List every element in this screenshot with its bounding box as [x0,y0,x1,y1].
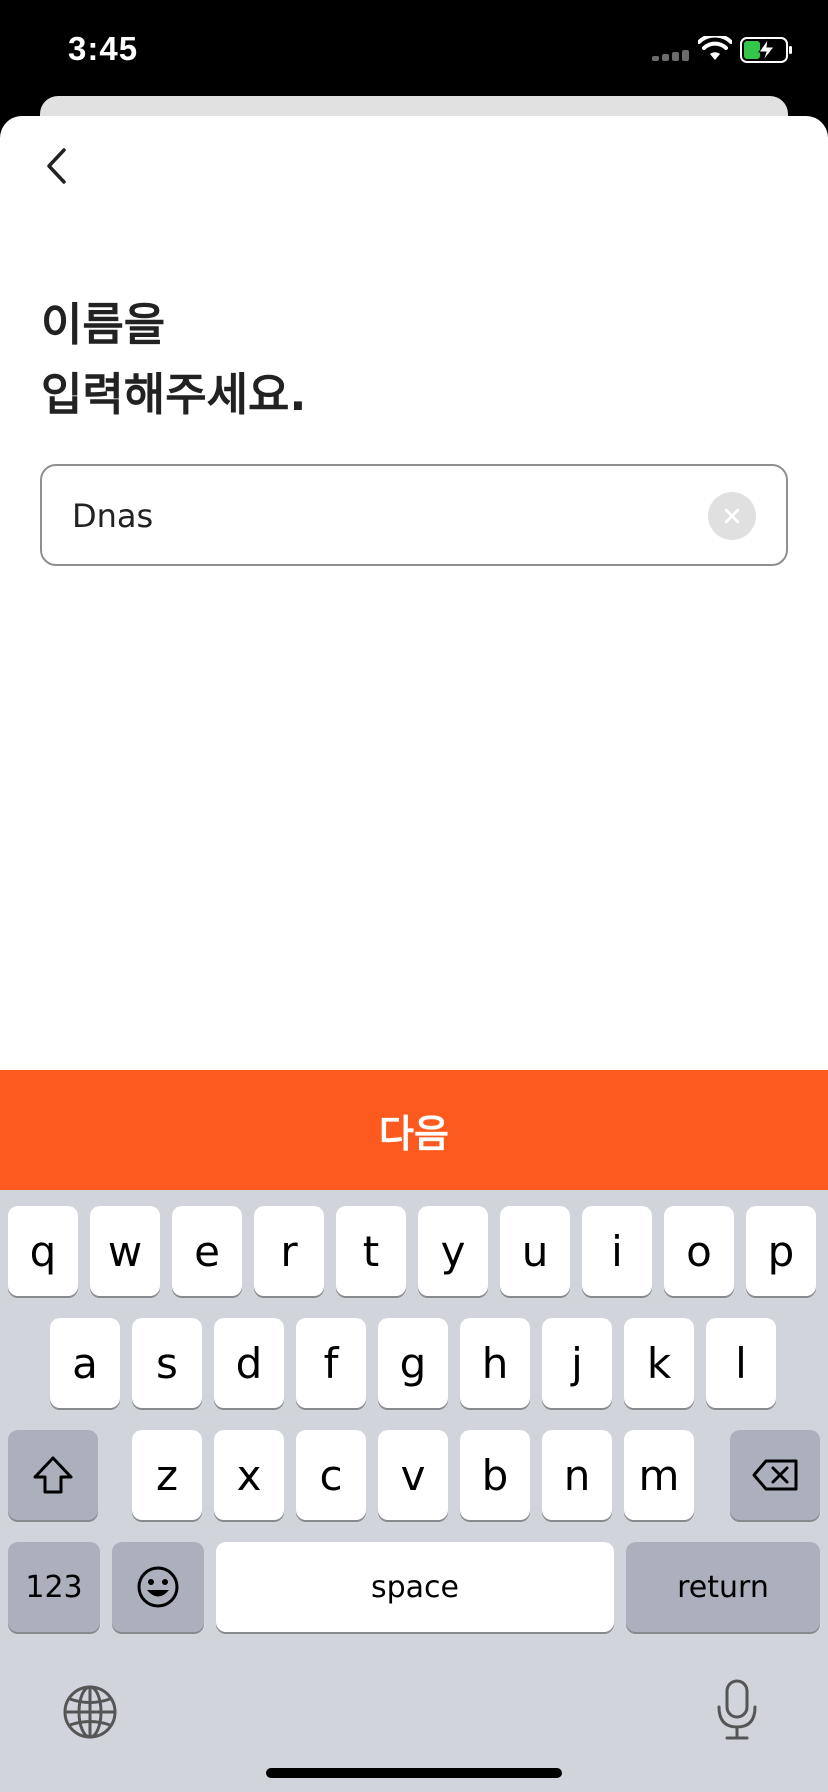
back-button[interactable] [36,140,76,192]
key-v[interactable]: v [378,1430,448,1520]
key-y[interactable]: y [418,1206,488,1296]
space-key[interactable]: space [216,1542,614,1632]
key-g[interactable]: g [378,1318,448,1408]
clear-x-icon [724,508,740,524]
key-d[interactable]: d [214,1318,284,1408]
globe-icon[interactable] [62,1684,118,1740]
key-j[interactable]: j [542,1318,612,1408]
key-p[interactable]: p [746,1206,816,1296]
emoji-icon [137,1566,179,1608]
status-bar: 3:45 [0,0,828,96]
signal-icon [652,49,690,61]
clear-button[interactable] [708,492,756,540]
name-field[interactable] [40,464,788,566]
key-i[interactable]: i [582,1206,652,1296]
key-x[interactable]: x [214,1430,284,1520]
key-a[interactable]: a [50,1318,120,1408]
key-b[interactable]: b [460,1430,530,1520]
shift-icon [33,1456,73,1494]
numbers-key[interactable]: 123 [8,1542,100,1632]
key-l[interactable]: l [706,1318,776,1408]
key-t[interactable]: t [336,1206,406,1296]
keyboard: q w e r t y u i o p a s d f g h j k l z … [0,1190,828,1792]
key-m[interactable]: m [624,1430,694,1520]
key-n[interactable]: n [542,1430,612,1520]
name-entry-sheet: 이름을 입력해주세요. [0,116,828,1070]
wifi-icon [698,36,732,60]
key-z[interactable]: z [132,1430,202,1520]
battery-charging-icon [740,37,792,63]
key-h[interactable]: h [460,1318,530,1408]
key-r[interactable]: r [254,1206,324,1296]
next-button[interactable]: 다음 [0,1070,828,1190]
emoji-key[interactable] [112,1542,204,1632]
shift-key[interactable] [8,1430,98,1520]
backspace-icon [752,1459,798,1491]
next-button-label: 다음 [379,1111,449,1156]
key-o[interactable]: o [664,1206,734,1296]
home-indicator [266,1768,562,1778]
microphone-icon[interactable] [714,1678,760,1742]
backspace-key[interactable] [730,1430,820,1520]
key-q[interactable]: q [8,1206,78,1296]
key-k[interactable]: k [624,1318,694,1408]
name-input[interactable] [72,488,692,544]
key-f[interactable]: f [296,1318,366,1408]
page-title: 이름을 입력해주세요. [41,298,307,421]
status-time: 3:45 [68,30,139,67]
key-s[interactable]: s [132,1318,202,1408]
key-w[interactable]: w [90,1206,160,1296]
key-c[interactable]: c [296,1430,366,1520]
chevron-left-icon [47,148,66,184]
return-key[interactable]: return [626,1542,820,1632]
key-u[interactable]: u [500,1206,570,1296]
key-e[interactable]: e [172,1206,242,1296]
